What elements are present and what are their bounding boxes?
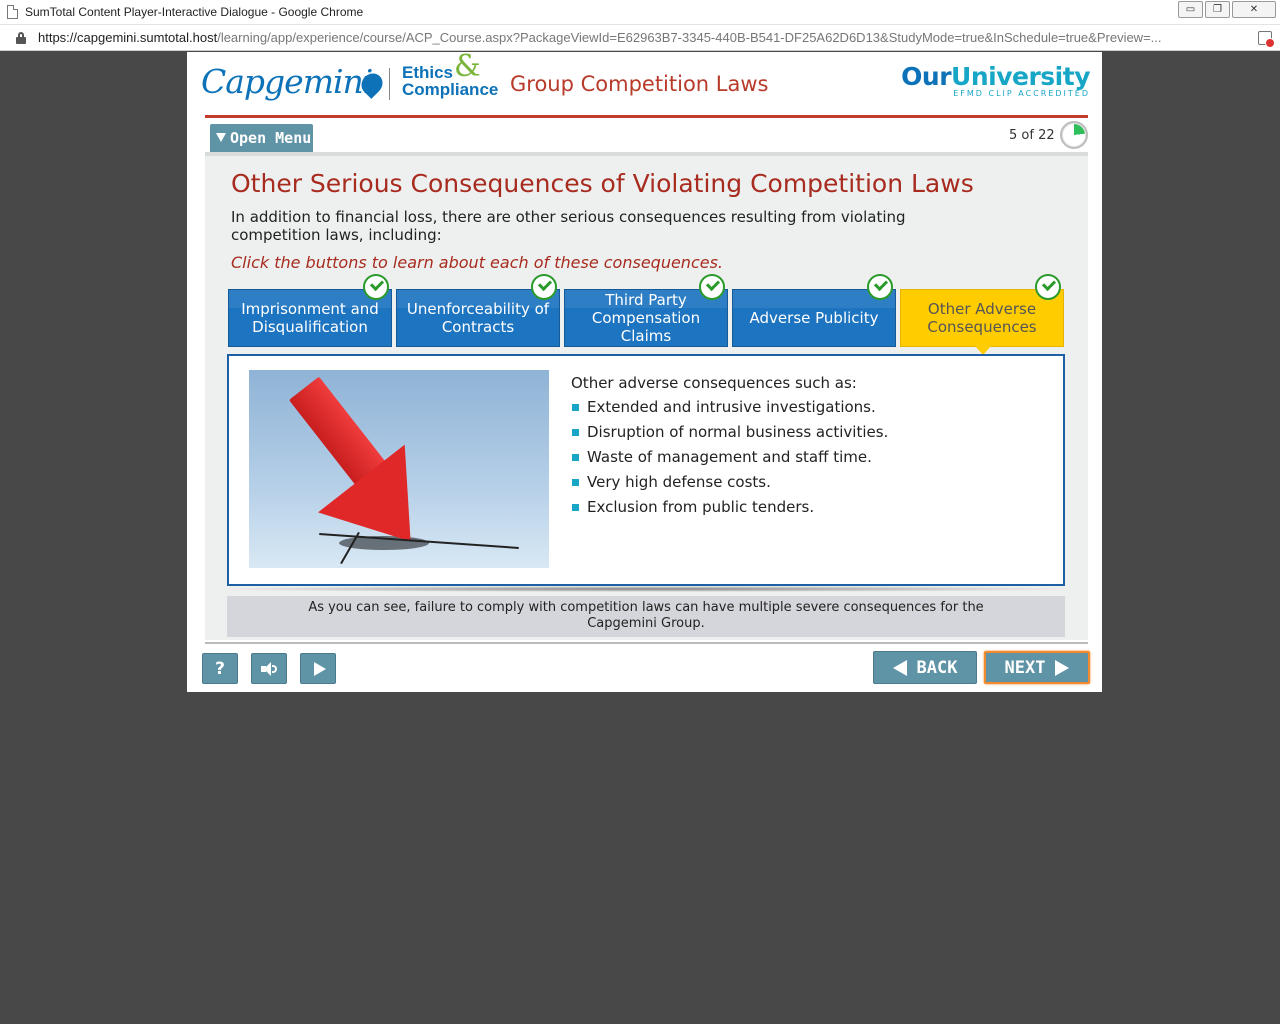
arrow-left-icon bbox=[892, 659, 907, 676]
lock-icon[interactable] bbox=[16, 32, 26, 44]
list-item: Disruption of normal business activities… bbox=[571, 423, 1041, 448]
tab-unenforceability[interactable]: Unenforceability of Contracts bbox=[396, 274, 560, 347]
ethics-label: Ethics bbox=[402, 63, 454, 82]
tab-label: Third Party Compensation Claims bbox=[591, 291, 701, 345]
header-divider bbox=[205, 115, 1088, 118]
page-icon bbox=[7, 5, 18, 19]
narration-caption: As you can see, failure to comply with c… bbox=[227, 596, 1065, 637]
university-label: University bbox=[951, 62, 1090, 91]
tab-third-party[interactable]: Third Party Compensation Claims bbox=[564, 274, 728, 347]
next-label: NEXT bbox=[1004, 657, 1046, 678]
checkmark-circle-icon bbox=[531, 274, 557, 300]
open-menu-button[interactable]: Open Menu bbox=[210, 124, 313, 152]
our-university-logo: OurUniversity EFMD CLIP ACCREDITED bbox=[901, 62, 1090, 98]
help-button[interactable]: ? bbox=[202, 653, 238, 684]
page-counter: 5 of 22 bbox=[1009, 128, 1055, 143]
tab-label: Other Adverse Consequences bbox=[927, 300, 1037, 336]
url-host: https://capgemini.sumtotal.host bbox=[38, 30, 218, 45]
list-item: Exclusion from public tenders. bbox=[571, 498, 1041, 523]
audio-button[interactable] bbox=[251, 653, 287, 684]
list-item: Very high defense costs. bbox=[571, 473, 1041, 498]
capgemini-logo: Capgemini bbox=[201, 62, 373, 101]
play-icon bbox=[313, 661, 326, 676]
ethics-compliance-logo: Ethics & Compliance bbox=[402, 52, 499, 99]
window-controls: ▭ ❐ ✕ bbox=[1178, 1, 1276, 18]
browser-titlebar: SumTotal Content Player-Interactive Dial… bbox=[0, 0, 1280, 25]
panel-shadow bbox=[205, 586, 1088, 592]
tab-label: Unenforceability of Contracts bbox=[406, 300, 550, 336]
progress-pie-icon bbox=[1060, 121, 1088, 149]
list-item: Waste of management and staff time. bbox=[571, 448, 1041, 473]
tab-label: Imprisonment and Disqualification bbox=[241, 300, 379, 336]
slide-intro: In addition to financial loss, there are… bbox=[231, 208, 906, 244]
slide-title: Other Serious Consequences of Violating … bbox=[231, 169, 974, 198]
tab-imprisonment[interactable]: Imprisonment and Disqualification bbox=[228, 274, 392, 347]
checkmark-circle-icon bbox=[867, 274, 893, 300]
url-field[interactable]: https://capgemini.sumtotal.host/learning… bbox=[38, 30, 1248, 45]
restore-button[interactable]: ❐ bbox=[1205, 1, 1230, 18]
footer-divider bbox=[205, 642, 1088, 644]
checkmark-circle-icon bbox=[363, 274, 389, 300]
back-label: BACK bbox=[916, 657, 958, 678]
play-button[interactable] bbox=[300, 653, 336, 684]
compliance-label: Compliance bbox=[402, 80, 499, 99]
our-label: Our bbox=[901, 62, 952, 91]
checkmark-circle-icon bbox=[699, 274, 725, 300]
speaker-icon bbox=[261, 661, 277, 676]
progress-pie-fill bbox=[1063, 124, 1085, 146]
course-title: Group Competition Laws bbox=[510, 72, 769, 96]
question-icon: ? bbox=[215, 658, 225, 679]
url-path: /learning/app/experience/course/ACP_Cour… bbox=[217, 30, 1162, 45]
slide-stage: Other Serious Consequences of Violating … bbox=[205, 152, 1088, 640]
next-button[interactable]: NEXT bbox=[984, 651, 1090, 684]
back-button[interactable]: BACK bbox=[873, 651, 977, 684]
consequence-tabs: Imprisonment and Disqualification Unenfo… bbox=[228, 274, 1068, 355]
red-arrow-crack-image bbox=[249, 370, 549, 568]
address-bar[interactable]: https://capgemini.sumtotal.host/learning… bbox=[0, 25, 1280, 51]
consequence-details: Other adverse consequences such as: Exte… bbox=[571, 374, 1041, 523]
ampersand: & bbox=[454, 49, 481, 84]
minimize-button[interactable]: ▭ bbox=[1178, 1, 1203, 18]
course-player: Capgemini Ethics & Compliance Group Comp… bbox=[187, 52, 1102, 692]
open-menu-label: Open Menu bbox=[230, 129, 312, 147]
slide-instruction: Click the buttons to learn about each of… bbox=[231, 253, 723, 272]
consequence-list: Extended and intrusive investigations. D… bbox=[571, 398, 1041, 523]
details-lead: Other adverse consequences such as: bbox=[571, 374, 857, 392]
close-window-button[interactable]: ✕ bbox=[1232, 1, 1276, 18]
triangle-down-icon bbox=[216, 133, 226, 142]
tab-other-adverse[interactable]: Other Adverse Consequences bbox=[900, 274, 1064, 355]
arrow-right-icon bbox=[1055, 659, 1070, 676]
tab-content-panel: Other adverse consequences such as: Exte… bbox=[227, 354, 1065, 586]
checkmark-circle-icon bbox=[1035, 274, 1061, 300]
popup-blocked-icon[interactable] bbox=[1258, 31, 1275, 48]
list-item: Extended and intrusive investigations. bbox=[571, 398, 1041, 423]
logo-divider bbox=[389, 68, 390, 100]
tab-adverse-publicity[interactable]: Adverse Publicity bbox=[732, 274, 896, 347]
tab-label: Adverse Publicity bbox=[749, 309, 879, 327]
window-title: SumTotal Content Player-Interactive Dial… bbox=[25, 5, 364, 19]
